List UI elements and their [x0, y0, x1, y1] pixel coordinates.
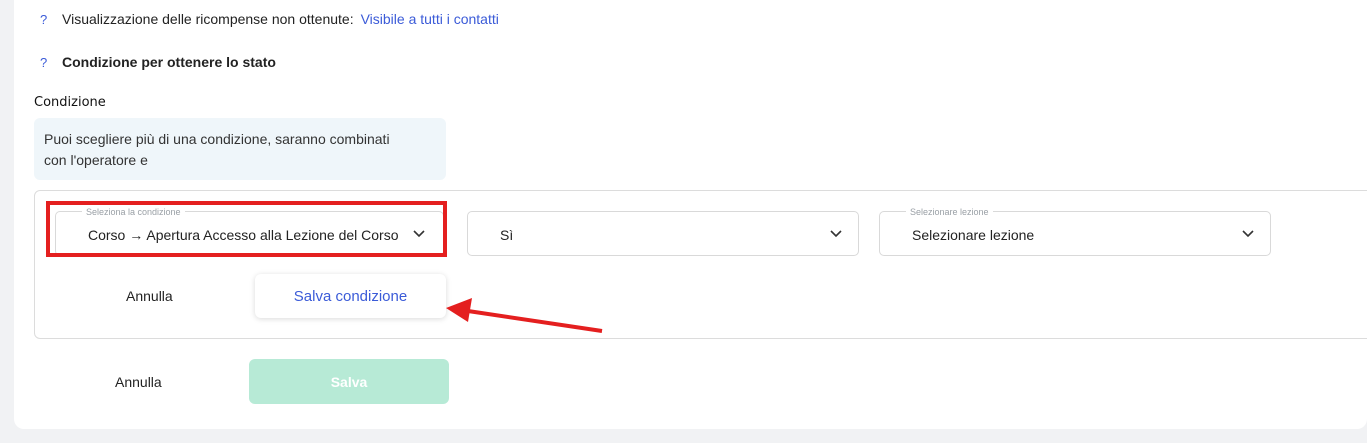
cancel-condition-button[interactable]: Annulla	[126, 288, 173, 304]
condition-select-value: Corso → Apertura Accesso alla Lezione de…	[88, 227, 399, 243]
condition-select[interactable]: Seleziona la condizione Corso → Apertura…	[55, 206, 444, 256]
rewards-visibility-label: Visualizzazione delle ricompense non ott…	[62, 11, 354, 27]
lesson-select[interactable]: Selezionare lezione Selezionare lezione	[879, 206, 1271, 256]
chevron-down-icon	[1242, 230, 1254, 238]
rewards-visibility-link[interactable]: Visibile a tutti i contatti	[361, 11, 499, 27]
condition-status-row: ? Condizione per ottenere lo stato	[40, 54, 276, 70]
yes-no-select-value: Sì	[500, 227, 514, 243]
chevron-down-icon	[413, 230, 425, 238]
chevron-down-icon	[830, 230, 842, 238]
help-icon[interactable]: ?	[40, 12, 62, 27]
lesson-select-value: Selezionare lezione	[912, 227, 1035, 243]
info-line-1: Puoi scegliere più di una condizione, sa…	[44, 131, 390, 147]
help-icon[interactable]: ?	[40, 55, 62, 70]
lesson-select-label: Selezionare lezione	[906, 206, 993, 218]
rewards-visibility-row: ? Visualizzazione delle ricompense non o…	[40, 11, 499, 27]
save-condition-button[interactable]: Salva condizione	[255, 274, 446, 318]
yes-no-select[interactable]: Sì	[467, 211, 859, 256]
condition-info-box: Puoi scegliere più di una condizione, sa…	[34, 118, 446, 180]
condition-section-label: Condizione	[34, 95, 106, 110]
condition-status-label: Condizione per ottenere lo stato	[62, 54, 276, 70]
info-line-2: con l'operatore e	[44, 152, 148, 168]
cancel-button[interactable]: Annulla	[115, 374, 162, 390]
condition-select-label: Seleziona la condizione	[82, 206, 185, 218]
save-button[interactable]: Salva	[249, 359, 449, 404]
